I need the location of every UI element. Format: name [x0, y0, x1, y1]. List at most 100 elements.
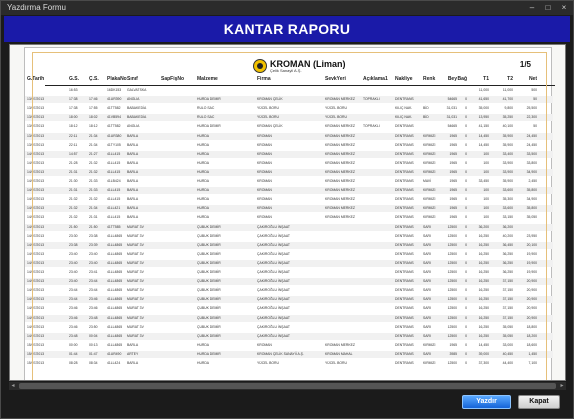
- table-cell: 21:50: [89, 224, 98, 229]
- table-cell: 14/07/2013: [27, 242, 44, 247]
- report-viewer[interactable]: KROMAN (Liman) Çelik Sanayii A.Ş. 1/5 G.…: [9, 44, 566, 381]
- table-cell: 41LL4865: [107, 297, 123, 302]
- table-cell: 00:13: [89, 342, 98, 347]
- table-cell: 0: [465, 115, 467, 120]
- scroll-right-icon[interactable]: ▸: [558, 382, 566, 390]
- scrollbar-thumb[interactable]: [19, 383, 556, 389]
- table-cell: MURAT 3V: [127, 224, 144, 229]
- table-cell: 16,250: [478, 251, 489, 256]
- table-cell: 23:48: [89, 315, 98, 320]
- table-cell: 20,900: [526, 306, 537, 311]
- horizontal-scrollbar[interactable]: ◂ ▸: [9, 382, 566, 390]
- table-cell: 0: [465, 242, 467, 247]
- table-cell: RULO SAC: [197, 115, 215, 120]
- table-cell: DENTRANS: [395, 97, 414, 102]
- table-cell: KROMAN: [257, 342, 272, 347]
- table-cell: KROMAN MERKEZ: [325, 179, 355, 183]
- table-cell: 41TT582: [107, 106, 121, 111]
- table-row: 14/07/2013 21:31 21:33 41LL415 BARLA HURDA KRO…: [25, 187, 553, 195]
- table-cell: 37,150: [502, 297, 513, 302]
- table-row: 13/07/2013 22:11 21:34 41TY105 BARLA HURDA KRO…: [25, 142, 553, 149]
- table-cell: 21:33: [89, 188, 98, 193]
- column-header: Açıklama1: [363, 76, 388, 82]
- table-cell: 23:46: [69, 306, 78, 311]
- table-cell: MURAT 3V: [127, 315, 144, 320]
- table-cell: ÇUBUK DEMİR: [197, 324, 221, 329]
- maximize-icon[interactable]: □: [543, 2, 553, 13]
- table-row: 14/07/2013 23:44 23:44 41LL4865 MURAT 3V ÇUBU…: [25, 287, 553, 294]
- table-row: 14/07/2013 21:31 21:32 41LL415 BARLA HURDA KRO…: [25, 168, 553, 176]
- table-cell: 33,000: [502, 342, 513, 347]
- table-row: 14/07/2013 23:44 23:46 41LL4865 MURAT 3V ÇUBU…: [25, 296, 553, 304]
- table-cell: ARTEY: [127, 351, 139, 356]
- table-cell: 0: [465, 324, 467, 329]
- table-cell: 23:38: [89, 233, 98, 238]
- table-cell: KIRMIZI: [423, 160, 436, 165]
- table-cell: SARI: [423, 324, 431, 329]
- column-header: Bağ: [457, 76, 467, 82]
- table-cell: 0: [465, 142, 467, 147]
- table-cell: 41LL424: [107, 361, 121, 365]
- table-cell: KROMAN MERKEZ: [325, 133, 355, 138]
- table-cell: 24,450: [526, 133, 537, 138]
- table-cell: RULO SAC: [197, 106, 215, 111]
- table-cell: KROMAN MERKEZ: [325, 342, 355, 347]
- table-cell: 0: [465, 279, 467, 284]
- table-cell: 16,250: [478, 242, 489, 247]
- table-cell: 16,250: [478, 306, 489, 311]
- table-cell: 41VB594: [107, 115, 121, 120]
- table-cell: 14/07/2013: [27, 179, 44, 183]
- table-cell: 33,500: [526, 151, 537, 156]
- table-cell: 36,250: [502, 260, 513, 265]
- scroll-left-icon[interactable]: ◂: [9, 382, 17, 390]
- table-cell: KILIÇ NAK.: [395, 115, 413, 120]
- table-cell: MURAT 3V: [127, 333, 144, 338]
- table-cell: 100: [483, 197, 489, 202]
- table-cell: 23:48: [69, 333, 78, 338]
- table-cell: DENTRANS: [395, 279, 414, 284]
- table-cell: 34,900: [526, 197, 537, 202]
- table-cell: 14,450: [478, 342, 489, 347]
- close-button[interactable]: Kapat: [518, 395, 560, 409]
- table-cell: 0: [465, 97, 467, 102]
- table-row: 13/07/2013 22:11 21:34 41UR380 BARLA HURDA KRO…: [25, 132, 553, 140]
- close-icon[interactable]: ×: [559, 2, 569, 13]
- table-cell: KROMAN ÇELİK: [257, 124, 283, 129]
- table-cell: DENTRANS: [395, 324, 414, 329]
- table-cell: ÇAKIROĞLU İNŞAAT: [257, 297, 290, 302]
- table-cell: HURDA DEMIR: [197, 97, 221, 102]
- table-cell: KROMAN MERKEZ: [325, 197, 355, 202]
- table-cell: 35,800: [526, 188, 537, 193]
- table-cell: 14/07/2013: [27, 315, 44, 320]
- table-cell: 23:44: [69, 297, 78, 302]
- table-cell: 0: [465, 106, 467, 111]
- table-cell: ÇUBUK DEMİR: [197, 233, 221, 238]
- table-cell: KROMAN MERKEZ: [325, 206, 355, 211]
- table-cell: 0: [465, 215, 467, 220]
- table-cell: 17:46: [89, 97, 98, 102]
- table-cell: KROMAN: [257, 215, 272, 220]
- table-cell: 14/07/2013: [27, 297, 44, 302]
- report-page: KROMAN (Liman) Çelik Sanayii A.Ş. 1/5 G.…: [24, 47, 555, 380]
- table-cell: 21:30: [69, 179, 78, 183]
- table-cell: 41LL415: [107, 169, 121, 174]
- column-header: T1: [483, 76, 489, 82]
- column-header: Malzeme: [197, 76, 218, 82]
- table-cell: 16,250: [478, 333, 489, 338]
- table-cell: KROMAN MERKEZ: [325, 215, 355, 220]
- table-cell: MURAT 3V: [127, 270, 144, 274]
- table-cell: 20,900: [526, 288, 537, 293]
- table-cell: SARI: [423, 306, 431, 311]
- table-cell: YÜCEL BORU: [325, 115, 347, 120]
- print-button[interactable]: Yazdır: [462, 395, 511, 409]
- table-cell: 23:40: [69, 270, 78, 274]
- table-cell: 100: [483, 169, 489, 174]
- table-cell: 21:31: [89, 215, 98, 220]
- minimize-icon[interactable]: –: [527, 2, 537, 13]
- table-cell: 14/07/2013: [27, 160, 44, 165]
- table-cell: DENTRANS: [395, 342, 414, 347]
- table-row: 14/07/2013 23:46 23:46 41LL4865 MURAT 3V ÇUBU…: [25, 305, 553, 312]
- table-row: 13/07/2013 18:12 18:12 41TT582 ANGLIA HURDA D…: [25, 123, 553, 130]
- table-cell: 13,950: [478, 115, 489, 120]
- table-cell: 34,900: [526, 169, 537, 174]
